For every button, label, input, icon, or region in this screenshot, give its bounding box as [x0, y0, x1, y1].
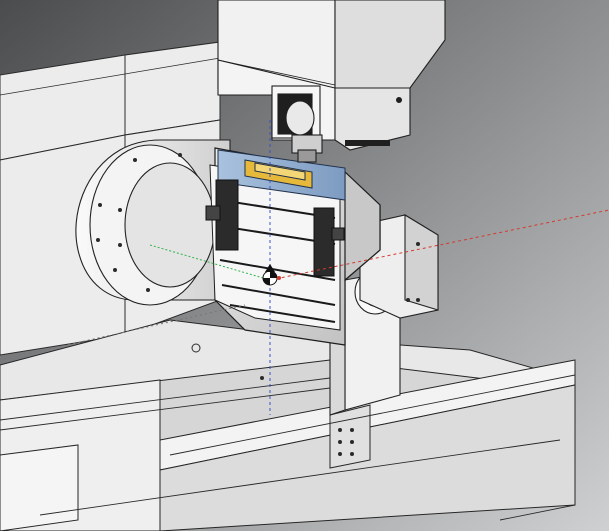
machine-scene[interactable]	[0, 0, 609, 531]
cad-3d-viewport[interactable]	[0, 0, 609, 531]
